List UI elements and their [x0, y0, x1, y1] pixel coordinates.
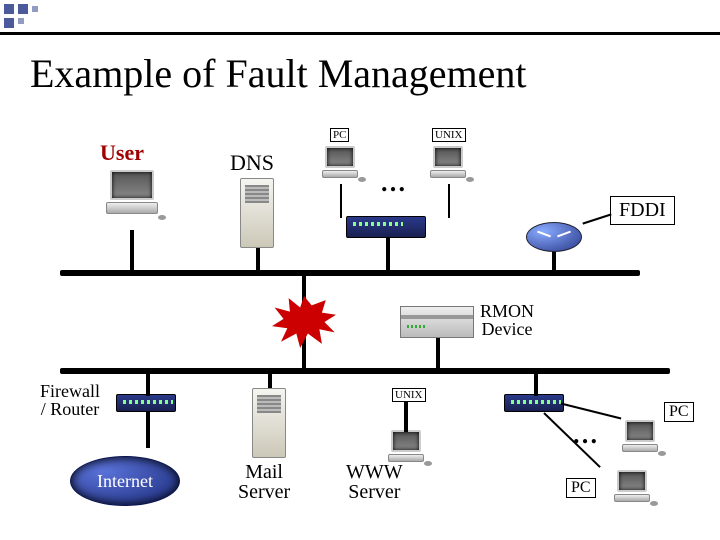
pc-to-hub-line-2 [448, 184, 450, 218]
unix-top-icon [428, 146, 468, 182]
pc-to-hub-line-1 [340, 184, 342, 218]
rmon-device-icon [400, 306, 474, 338]
internet-label: Internet [97, 471, 153, 492]
lower-hub-icon [504, 394, 564, 412]
fault-starburst-icon [272, 296, 336, 348]
unix-bottom-line [404, 402, 408, 432]
www-label: WWW Server [346, 462, 403, 502]
mail-server-icon [252, 388, 286, 458]
pc-tag-br1: PC [664, 402, 694, 422]
lower-bus-line [60, 368, 670, 374]
pc-br1-icon [620, 420, 660, 456]
firewall-down-line [146, 412, 150, 448]
unix-tag-bottom: UNIX [392, 388, 426, 402]
fddi-label: FDDI [610, 196, 675, 225]
firewall-up-line [146, 372, 150, 396]
fddi-connector-line [582, 213, 611, 224]
lower-hub-up-line [534, 372, 538, 396]
dns-server-icon [240, 178, 274, 248]
upper-hub-icon [346, 216, 426, 238]
slide-corner-deco [4, 4, 64, 32]
firewall-label: Firewall / Router [40, 382, 100, 418]
title-rule [0, 32, 720, 35]
user-drop-line [130, 230, 134, 270]
user-computer-icon [104, 170, 160, 220]
user-label: User [100, 140, 144, 166]
pc-top-icon [320, 146, 360, 182]
hub-drop-line [386, 238, 390, 272]
rmon-label: RMON Device [480, 302, 534, 338]
rmon-drop-line [436, 338, 440, 368]
firewall-router-icon [116, 394, 176, 412]
mail-label: Mail Server [238, 462, 290, 502]
ellipsis-top: … [380, 168, 408, 198]
slide-title: Example of Fault Management [30, 50, 527, 97]
dns-label: DNS [230, 150, 274, 176]
pc-br1-line [561, 403, 622, 420]
pc-br2-icon [612, 470, 652, 506]
fddi-router-icon [526, 222, 582, 252]
pc-tag-br2: PC [566, 478, 596, 498]
internet-cloud-icon: Internet [70, 456, 180, 506]
unix-tag-top: UNIX [432, 128, 466, 142]
pc-tag-top: PC [330, 128, 349, 142]
